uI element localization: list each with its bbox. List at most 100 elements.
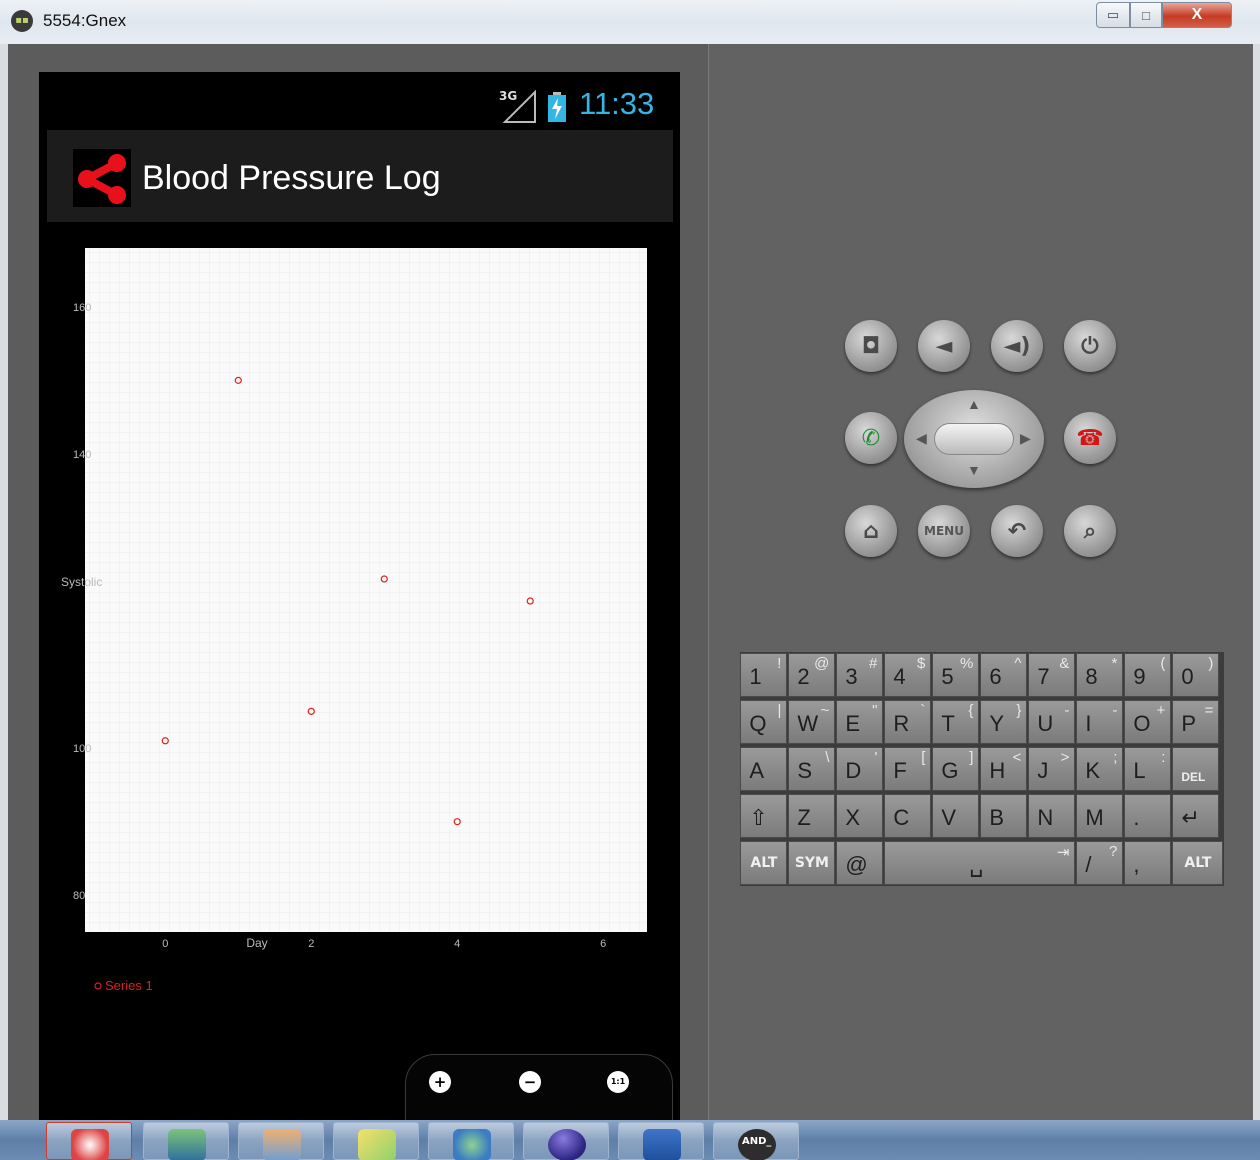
power-button[interactable]: ⏻ [1064,320,1116,372]
close-icon: X [1191,6,1203,23]
y-tick-label: 160 [73,302,91,314]
volume-up-icon: ◄) [1003,333,1031,359]
key-h[interactable]: H < [980,747,1028,791]
key-alt-left[interactable]: ALT [740,841,788,885]
key-b[interactable]: B [980,794,1028,838]
camera-button[interactable]: ◘ [845,320,897,372]
taskbar-item-messenger[interactable] [428,1122,514,1160]
key-g[interactable]: G] [932,747,980,791]
taskbar-item-eclipse[interactable] [523,1122,609,1160]
key-slash[interactable]: /? [1076,841,1124,885]
key-e[interactable]: E " [836,700,884,744]
key-4[interactable]: 4 $ [884,653,932,697]
key-alt-label: { [968,702,974,719]
menu-button[interactable]: MENU [918,505,970,557]
key-1[interactable]: 1! [740,653,788,697]
key-n[interactable]: N [1028,794,1076,838]
close-button[interactable]: X [1162,2,1232,28]
key-9[interactable]: 9( [1124,653,1172,697]
key-enter[interactable]: ↵ [1172,794,1220,838]
taskbar-item-snipping-tool[interactable] [46,1122,132,1160]
key-o[interactable]: O + [1124,700,1172,744]
search-icon: ⌕ [1083,518,1097,544]
key-j[interactable]: J > [1028,747,1076,791]
dpad[interactable]: ▲ ▼ ◀ ▶ [904,390,1044,488]
key-alt-label: ' [874,749,878,766]
key-u[interactable]: U- [1028,700,1076,744]
taskbar-item-image-viewer[interactable] [238,1122,324,1160]
key-r[interactable]: R ` [884,700,932,744]
dpad-up-icon[interactable]: ▲ [967,396,981,412]
key-y[interactable]: Y} [980,700,1028,744]
key-8[interactable]: 8 * [1076,653,1124,697]
key-comma[interactable]: , [1124,841,1172,885]
key-alt-label: ^ [1014,655,1022,672]
scatter-chart[interactable]: 0 2 4 6 160 140 100 80 Day Systolic Series 1 [39,72,680,1120]
key-label: 0 [1181,664,1194,689]
volume-up-button[interactable]: ◄) [991,320,1043,372]
key-s[interactable]: S \ [788,747,836,791]
dpad-left-icon[interactable]: ◀ [916,430,927,447]
key-label: T [941,711,955,736]
key-i[interactable]: I- [1076,700,1124,744]
key-0[interactable]: 0) [1172,653,1220,697]
image-viewer-icon [263,1129,301,1160]
key-q[interactable]: Q | [740,700,788,744]
dpad-down-icon[interactable]: ▼ [967,462,981,478]
search-button[interactable]: ⌕ [1064,505,1116,557]
key-w[interactable]: W ~ [788,700,836,744]
dpad-right-icon[interactable]: ▶ [1020,430,1031,447]
key-v[interactable]: V [932,794,980,838]
key-label: 4 [893,664,906,689]
key-shift[interactable]: ⇧ [740,794,788,838]
key-c[interactable]: C [884,794,932,838]
key-label: J [1037,758,1049,783]
key-l[interactable]: L: [1124,747,1172,791]
taskbar-item-hp[interactable] [143,1122,229,1160]
key-a[interactable]: A [740,747,788,791]
key-alt-left-label: ALT [750,855,778,871]
y-tick-label: 80 [73,890,85,902]
key-f[interactable]: F[ [884,747,932,791]
minimize-button[interactable]: ▭ [1096,2,1130,28]
y-tick-label: 100 [73,743,91,755]
key-x[interactable]: X [836,794,884,838]
controls-pane [708,44,1253,1120]
minimize-icon: ▭ [1106,7,1120,22]
key-5[interactable]: 5% [932,653,980,697]
key-space[interactable]: ␣ ⇥ [884,841,1076,885]
key-k[interactable]: K; [1076,747,1124,791]
key-del[interactable]: DEL [1172,747,1220,791]
key-at[interactable]: @ [836,841,884,885]
window-title-bar: ▪▪ 5554:Gnex ▭ □ X [0,0,1260,44]
maximize-button[interactable]: □ [1130,2,1162,28]
taskbar-item-notes[interactable] [333,1122,419,1160]
zoom-in-button[interactable]: + [429,1071,451,1093]
back-button[interactable]: ↶ [991,505,1043,557]
key-p[interactable]: P = [1172,700,1220,744]
key-alt-label: ! [777,655,782,672]
dpad-center-button[interactable] [934,423,1014,455]
volume-down-button[interactable]: ◄ [918,320,970,372]
taskbar-item-word[interactable] [618,1122,704,1160]
home-button[interactable]: ⌂ [845,505,897,557]
zoom-reset-button[interactable]: 1:1 [607,1071,629,1093]
zoom-out-button[interactable]: − [519,1071,541,1093]
key-alt-right[interactable]: ALT [1172,841,1224,885]
key-z[interactable]: Z [788,794,836,838]
key-t[interactable]: T{ [932,700,980,744]
end-call-button[interactable]: ☎ [1064,412,1116,464]
call-button[interactable]: ✆ [845,412,897,464]
key-2[interactable]: 2 @ [788,653,836,697]
key-alt-label: ~ [820,702,830,719]
key-alt-label: # [869,655,878,672]
key-sym[interactable]: SYM [788,841,836,885]
key-7[interactable]: 7 & [1028,653,1076,697]
key-alt-label: & [1059,655,1070,672]
key-m[interactable]: M [1076,794,1124,838]
key-period[interactable]: . [1124,794,1172,838]
key-3[interactable]: 3 # [836,653,884,697]
key-6[interactable]: 6 ^ [980,653,1028,697]
taskbar-item-android[interactable]: AND_ [713,1122,799,1160]
key-d[interactable]: D ' [836,747,884,791]
